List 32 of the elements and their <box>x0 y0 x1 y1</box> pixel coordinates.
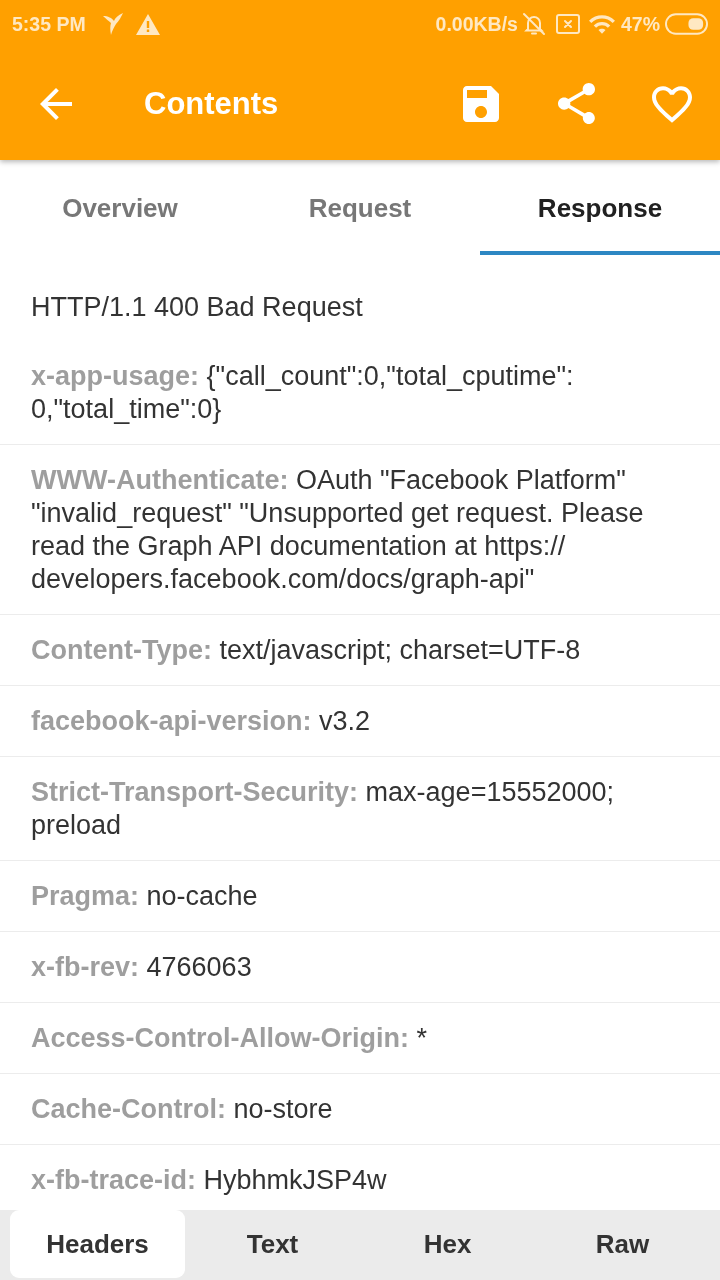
bird-icon <box>101 12 124 36</box>
status-time: 5:35 PM <box>12 12 86 36</box>
battery-percent: 47% <box>620 12 660 36</box>
wifi-icon <box>588 14 615 34</box>
tab[interactable]: Request <box>240 160 480 255</box>
view-tab[interactable]: Text <box>185 1210 360 1278</box>
back-arrow-icon[interactable] <box>40 88 72 120</box>
header-line: Pragma: no-cache <box>31 880 259 913</box>
header-line: x-app-usage: {"call_count":0,"total_cputime":0,"total_time":0} <box>31 360 575 426</box>
header-line: Content-Type: text/javascript; charset=UTF-8 <box>31 634 582 667</box>
header-line: x-fb-rev: 4766063 <box>31 951 253 984</box>
status-line: HTTP/1.1 400 Bad Request <box>31 291 364 324</box>
tab[interactable]: Overview <box>0 160 240 255</box>
tab[interactable]: Response <box>480 160 720 255</box>
view-tab[interactable]: Hex <box>360 1210 535 1278</box>
header-line: Strict-Transport-Security: max-age=15552000; preload <box>31 776 616 842</box>
view-tab[interactable]: Raw <box>535 1210 710 1278</box>
header-line: WWW-Authenticate: OAuth "Facebook Platform" "invalid_request" "Unsupported get request. Please read the Graph API documentation at https://developers.facebook.com/docs/graph-api" <box>31 464 645 596</box>
crossed-box-icon <box>555 14 580 34</box>
toolbar-title: Contents <box>144 85 280 123</box>
bell-off-icon <box>521 12 546 36</box>
header-line: x-fb-trace-id: HybhmkJSP4w <box>31 1164 388 1197</box>
share-icon[interactable] <box>558 83 595 125</box>
view-tab[interactable]: Headers <box>10 1210 185 1278</box>
battery-icon <box>665 13 708 35</box>
header-line: facebook-api-version: v3.2 <box>31 705 372 738</box>
heart-icon[interactable] <box>652 85 692 123</box>
header-line: Cache-Control: no-store <box>31 1093 334 1126</box>
header-line: Access-Control-Allow-Origin: * <box>31 1022 429 1055</box>
save-icon[interactable] <box>463 86 499 122</box>
network-speed: 0.00KB/s <box>435 12 518 36</box>
warning-icon <box>135 13 160 35</box>
